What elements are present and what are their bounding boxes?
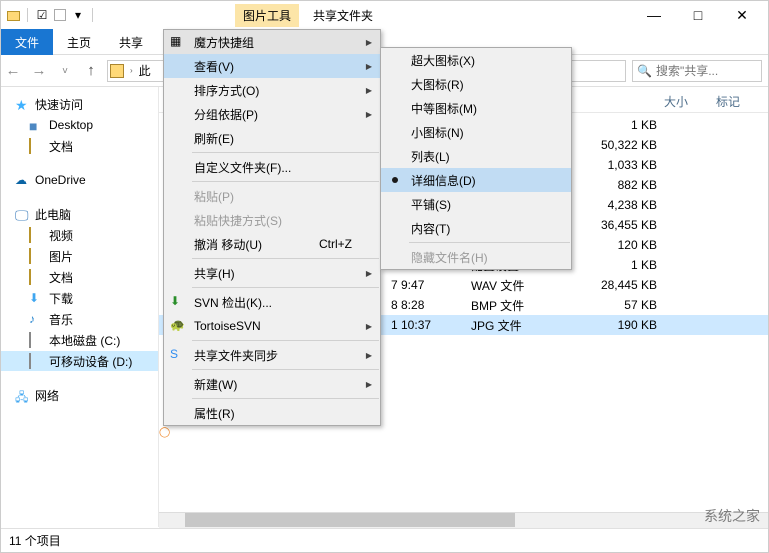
menu-undo[interactable]: 撤消 移动(U)Ctrl+Z <box>164 232 380 256</box>
view-lg[interactable]: 大图标(R) <box>381 72 571 96</box>
view-submenu: 超大图标(X) 大图标(R) 中等图标(M) 小图标(N) 列表(L) 详细信息… <box>380 47 572 270</box>
menu-sort[interactable]: 排序方式(O)▶ <box>164 78 380 102</box>
local-disk-c[interactable]: 本地磁盘 (C:) <box>1 330 158 350</box>
check-icon[interactable]: ☑ <box>34 7 50 23</box>
watermark: 系统之家 <box>704 506 760 526</box>
marker-icon: ◯ <box>159 427 170 438</box>
tab-file[interactable]: 文件 <box>1 29 53 55</box>
up-button[interactable]: ↑ <box>81 61 101 81</box>
search-placeholder: 搜索"共享... <box>656 62 718 79</box>
view-hide: 隐藏文件名(H) <box>381 245 571 269</box>
desktop[interactable]: ■Desktop <box>1 115 158 135</box>
maximize-button[interactable]: □ <box>676 1 720 29</box>
search-box[interactable]: 🔍 搜索"共享... <box>632 60 762 82</box>
removable-d[interactable]: 可移动设备 (D:) <box>1 351 158 371</box>
search-icon: 🔍 <box>637 64 652 78</box>
titlebar: ☑ ▾ 图片工具 共享文件夹 — □ ✕ <box>1 1 768 29</box>
minimize-button[interactable]: — <box>632 1 676 29</box>
menu-refresh[interactable]: 刷新(E) <box>164 126 380 150</box>
menu-paste-shortcut: 粘贴快捷方式(S) <box>164 208 380 232</box>
tab-home[interactable]: 主页 <box>53 29 105 55</box>
folder-icon <box>110 64 124 78</box>
menu-svn-checkout[interactable]: ⬇SVN 检出(K)... <box>164 290 380 314</box>
view-detail[interactable]: 详细信息(D) <box>381 168 571 192</box>
menu-group[interactable]: 分组依据(P)▶ <box>164 102 380 126</box>
status-bar: 11 个项目 <box>1 528 768 552</box>
menu-props[interactable]: 属性(R) <box>164 401 380 425</box>
music[interactable]: ♪音乐 <box>1 309 158 329</box>
menu-sync[interactable]: S共享文件夹同步▶ <box>164 343 380 367</box>
back-button[interactable]: ← <box>3 61 23 81</box>
caret-icon[interactable]: ▾ <box>70 7 86 23</box>
horizontal-scrollbar[interactable] <box>159 512 768 528</box>
menu-magic[interactable]: ▦魔方快捷组▶ <box>164 30 380 54</box>
item-count: 11 个项目 <box>9 532 61 549</box>
this-pc[interactable]: 🖵此电脑 <box>1 204 158 224</box>
pictures[interactable]: 图片 <box>1 246 158 266</box>
documents[interactable]: 文档 <box>1 136 158 156</box>
address-text: 此 <box>139 62 151 79</box>
view-content[interactable]: 内容(T) <box>381 216 571 240</box>
qat: ☑ ▾ <box>5 7 95 23</box>
window-title: 共享文件夹 <box>313 7 373 24</box>
tab-share[interactable]: 共享 <box>105 29 157 55</box>
menu-tortoisesvn[interactable]: 🐢TortoiseSVN▶ <box>164 314 380 338</box>
menu-view[interactable]: 查看(V)▶ <box>164 54 380 78</box>
col-size[interactable]: 大小 <box>588 93 688 110</box>
view-list[interactable]: 列表(L) <box>381 144 571 168</box>
check-icon <box>392 177 398 183</box>
menu-share[interactable]: 共享(H)▶ <box>164 261 380 285</box>
context-tab[interactable]: 图片工具 <box>235 4 299 27</box>
onedrive[interactable]: ☁OneDrive <box>1 170 158 190</box>
documents2[interactable]: 文档 <box>1 267 158 287</box>
view-md[interactable]: 中等图标(M) <box>381 96 571 120</box>
downloads[interactable]: ⬇下载 <box>1 288 158 308</box>
context-menu: ▦魔方快捷组▶ 查看(V)▶ 排序方式(O)▶ 分组依据(P)▶ 刷新(E) 自… <box>163 29 381 426</box>
close-button[interactable]: ✕ <box>720 1 764 29</box>
network[interactable]: 🖧网络 <box>1 385 158 405</box>
props-icon[interactable] <box>54 9 66 21</box>
forward-button[interactable]: → <box>29 61 49 81</box>
quick-access[interactable]: ★快速访问 <box>1 94 158 114</box>
view-xl[interactable]: 超大图标(X) <box>381 48 571 72</box>
view-sm[interactable]: 小图标(N) <box>381 120 571 144</box>
folder-icon <box>5 7 21 23</box>
menu-new[interactable]: 新建(W)▶ <box>164 372 380 396</box>
history-button[interactable]: ⅴ <box>55 61 75 81</box>
col-tag[interactable]: 标记 <box>688 93 768 110</box>
menu-custom[interactable]: 自定义文件夹(F)... <box>164 155 380 179</box>
menu-paste: 粘贴(P) <box>164 184 380 208</box>
videos[interactable]: 视频 <box>1 225 158 245</box>
nav-tree: ★快速访问 ■Desktop 文档 ☁OneDrive 🖵此电脑 视频 图片 文… <box>1 87 159 527</box>
view-tile[interactable]: 平铺(S) <box>381 192 571 216</box>
